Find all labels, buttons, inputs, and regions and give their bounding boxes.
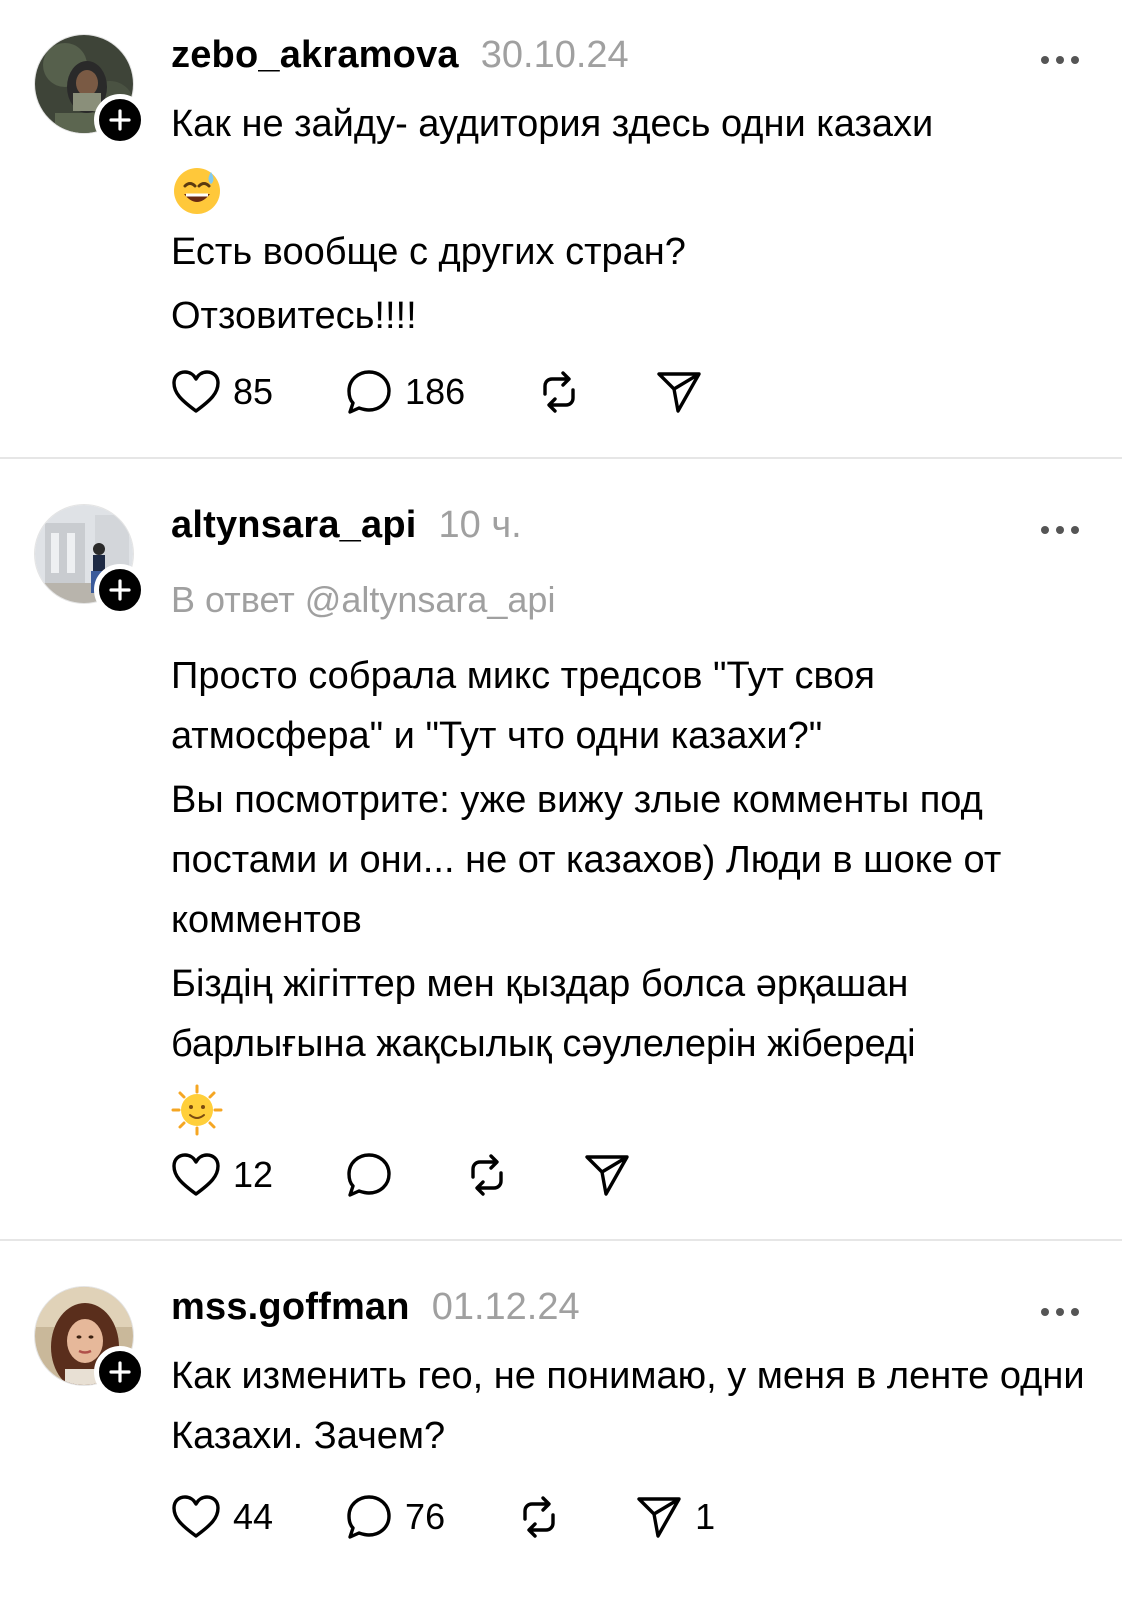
more-dots-icon <box>1041 526 1079 534</box>
post-paragraph: Как не зайду- аудитория здесь одни казах… <box>171 103 934 145</box>
post-actions: 12 <box>171 1150 631 1200</box>
post-actions: 85 186 <box>171 367 703 417</box>
post-paragraph <box>171 1078 1088 1138</box>
repost-icon <box>543 371 575 413</box>
repost-button[interactable] <box>515 1493 563 1541</box>
like-count: 12 <box>233 1154 274 1195</box>
plus-icon <box>109 1361 131 1383</box>
post-text: Как не зайду- аудитория здесь одни казах… <box>171 94 1088 346</box>
username[interactable]: mss.goffman <box>171 1286 410 1329</box>
share-button[interactable]: 1 <box>635 1494 715 1540</box>
post-header: mss.goffman 01.12.24 <box>171 1286 1088 1346</box>
comment-count: 76 <box>405 1496 446 1537</box>
post-paragraph: Как изменить гео, не понимаю, у меня в л… <box>171 1355 1085 1457</box>
comment-bubble-icon <box>347 1495 391 1539</box>
share-send-icon <box>585 1155 629 1196</box>
like-count: 85 <box>233 371 274 412</box>
more-dots-icon <box>1041 56 1079 64</box>
post-paragraph: Есть вообще с других стран? <box>171 231 686 273</box>
repost-button[interactable] <box>535 368 583 416</box>
repost-icon <box>523 1496 555 1538</box>
more-options-button[interactable] <box>1040 522 1080 540</box>
comment-button[interactable]: 186 <box>345 368 465 416</box>
post-header: zebo_akramova 30.10.24 <box>171 34 1088 94</box>
follow-button[interactable] <box>94 94 146 146</box>
comment-button[interactable]: 76 <box>345 1493 445 1541</box>
post-paragraph: Просто собрала микс тредсов "Тут своя ат… <box>171 655 875 757</box>
post-time: 01.12.24 <box>431 1286 580 1328</box>
username[interactable]: zebo_akramova <box>171 34 459 77</box>
like-button[interactable]: 12 <box>171 1152 273 1198</box>
share-button[interactable] <box>583 1152 631 1198</box>
heart-icon <box>172 370 220 413</box>
comment-bubble-icon <box>347 1153 391 1197</box>
heart-icon <box>172 1495 220 1538</box>
post-actions: 44 76 1 <box>171 1492 715 1542</box>
post-time: 30.10.24 <box>480 34 629 76</box>
more-options-button[interactable] <box>1040 52 1080 70</box>
more-options-button[interactable] <box>1040 1304 1080 1322</box>
follow-button[interactable] <box>94 564 146 616</box>
share-button[interactable] <box>655 369 703 415</box>
post-content: altynsara_api 10 ч. В ответ @altynsara_a… <box>171 504 1088 1142</box>
threads-feed: zebo_akramova 30.10.24 Как не зайду- ауд… <box>0 0 1122 1600</box>
post-content: mss.goffman 01.12.24 Как изменить гео, н… <box>171 1286 1088 1470</box>
avatar-with-follow[interactable] <box>34 504 146 616</box>
comment-bubble-icon <box>347 370 391 414</box>
divider <box>0 457 1122 459</box>
username[interactable]: altynsara_api <box>171 504 417 547</box>
post-header: altynsara_api 10 ч. <box>171 504 1088 564</box>
plus-icon <box>109 109 131 131</box>
repost-button[interactable] <box>463 1151 511 1199</box>
post: altynsara_api 10 ч. В ответ @altynsara_a… <box>0 504 1122 1204</box>
post-paragraph: Вы посмотрите: уже вижу злые комменты по… <box>171 779 1002 941</box>
follow-button[interactable] <box>94 1346 146 1398</box>
post-paragraph <box>171 158 1088 218</box>
post: zebo_akramova 30.10.24 Как не зайду- ауд… <box>0 34 1122 434</box>
post-content: zebo_akramova 30.10.24 Как не зайду- ауд… <box>171 34 1088 350</box>
like-button[interactable]: 85 <box>171 369 273 415</box>
post: mss.goffman 01.12.24 Как изменить гео, н… <box>0 1286 1122 1586</box>
heart-icon <box>172 1153 220 1196</box>
plus-icon <box>109 579 131 601</box>
reply-to-label[interactable]: В ответ @altynsara_api <box>171 572 1088 628</box>
sweat-smile-emoji-icon <box>174 167 220 214</box>
more-dots-icon <box>1041 1308 1079 1316</box>
sun-with-face-emoji-icon <box>171 1084 223 1136</box>
post-paragraph: Біздің жігіттер мен қыздар болса әрқашан… <box>171 963 916 1065</box>
share-count: 1 <box>695 1496 716 1537</box>
avatar-with-follow[interactable] <box>34 34 146 146</box>
like-count: 44 <box>233 1496 274 1537</box>
share-send-icon <box>637 1497 681 1538</box>
like-button[interactable]: 44 <box>171 1494 273 1540</box>
avatar-with-follow[interactable] <box>34 1286 146 1398</box>
post-paragraph: Отзовитесь!!!! <box>171 295 417 337</box>
post-text: Просто собрала микс тредсов "Тут своя ат… <box>171 646 1088 1138</box>
comment-count: 186 <box>405 371 466 412</box>
post-text: Как изменить гео, не понимаю, у меня в л… <box>171 1346 1088 1466</box>
repost-icon <box>471 1154 503 1196</box>
divider <box>0 1239 1122 1241</box>
share-send-icon <box>657 372 701 413</box>
post-time: 10 ч. <box>438 504 522 546</box>
comment-button[interactable] <box>345 1151 393 1199</box>
